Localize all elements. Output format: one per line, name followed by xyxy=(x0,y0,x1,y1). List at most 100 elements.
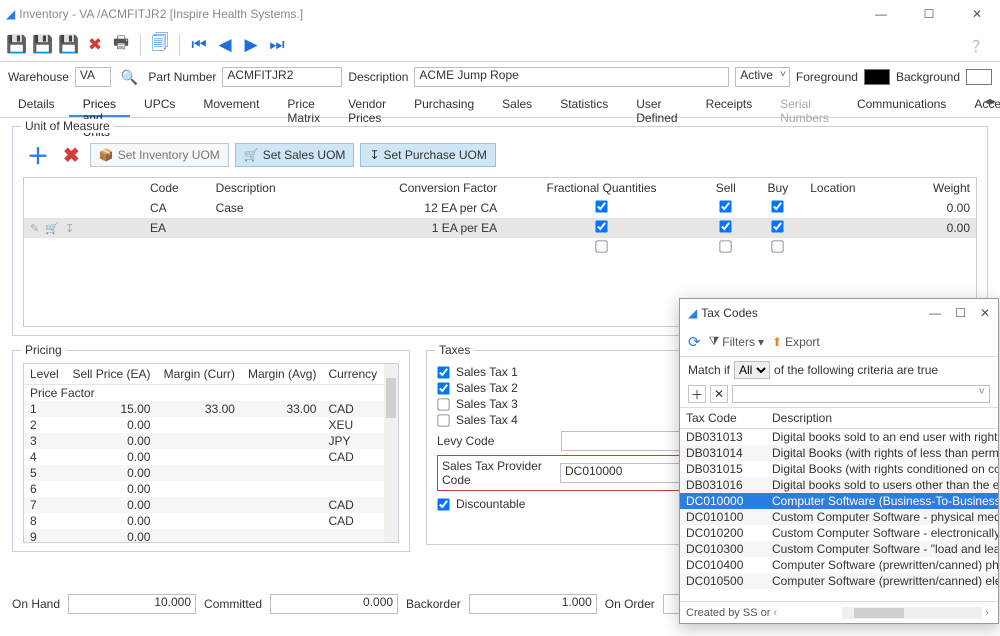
tab-movement[interactable]: Movement xyxy=(189,92,273,117)
uom-add-button[interactable]: ＋ xyxy=(23,139,53,171)
fq-checkbox[interactable] xyxy=(595,220,607,232)
buy-checkbox[interactable] xyxy=(772,240,784,252)
popup-close-button[interactable]: ✕ xyxy=(980,306,990,320)
uom-delete-button[interactable]: ✖ xyxy=(59,143,84,168)
uom-row[interactable]: CA Case 12 EA per CA 0.00 xyxy=(24,198,976,218)
pricing-scrollbar[interactable] xyxy=(384,364,398,542)
discountable-label: Discountable xyxy=(456,497,525,511)
window-title: Inventory - VA /ACMFITJR2 [Inspire Healt… xyxy=(19,7,864,21)
description-field[interactable]: ACME Jump Rope xyxy=(414,67,729,87)
window-titlebar: ◢ Inventory - VA /ACMFITJR2 [Inspire Hea… xyxy=(0,0,1000,28)
save-new-icon[interactable]: 💾 xyxy=(32,34,54,56)
taxcode-row[interactable]: DC010400Computer Software (prewritten/ca… xyxy=(680,557,998,573)
print-icon[interactable]: 🖶 xyxy=(110,34,132,56)
popup-grid[interactable]: DB031013Digital books sold to an end use… xyxy=(680,429,998,601)
popup-filters-button[interactable]: ⧩Filters ▾ xyxy=(709,334,764,349)
uom-col-sell: Sell xyxy=(700,178,752,198)
tab-user-defined[interactable]: User Defined xyxy=(622,92,691,117)
taxcode-row[interactable]: DC010100Custom Computer Software - physi… xyxy=(680,509,998,525)
taxcode-row[interactable]: DC010000Computer Software (Business-To-B… xyxy=(680,493,998,509)
save-close-icon[interactable]: 💾 xyxy=(58,34,80,56)
pricing-row: 70.00CAD xyxy=(24,497,384,513)
tab-details[interactable]: Details xyxy=(4,92,69,117)
pricing-group: Pricing Level Sell Price (EA) Margin (Cu… xyxy=(12,350,410,552)
tab-statistics[interactable]: Statistics xyxy=(546,92,622,117)
tab-serial-numbers[interactable]: Serial Numbers xyxy=(766,92,843,117)
buy-checkbox[interactable] xyxy=(772,200,784,212)
set-purchase-uom-button[interactable]: ↧Set Purchase UOM xyxy=(360,143,495,167)
tax1-checkbox[interactable] xyxy=(437,366,449,378)
window-maximize-button[interactable]: ☐ xyxy=(912,7,946,21)
taxcode-row[interactable]: DC010200Custom Computer Software - elect… xyxy=(680,525,998,541)
sell-checkbox[interactable] xyxy=(720,200,732,212)
help-icon[interactable]: ？ xyxy=(972,33,988,57)
tax3-checkbox[interactable] xyxy=(437,398,449,410)
status-dropdown[interactable]: Active xyxy=(735,67,790,87)
popup-status-text: Created by SS or xyxy=(686,607,770,619)
popup-hscrollbar[interactable] xyxy=(842,607,982,619)
criteria-add-button[interactable]: ＋ xyxy=(688,385,706,403)
delete-icon[interactable]: ✖ xyxy=(84,34,106,56)
taxcode-row[interactable]: DB031015Digital Books (with rights condi… xyxy=(680,461,998,477)
pricing-title: Pricing xyxy=(21,343,66,357)
levy-label: Levy Code xyxy=(437,434,555,448)
popup-maximize-button[interactable]: ☐ xyxy=(955,306,966,320)
fq-checkbox[interactable] xyxy=(595,240,607,252)
save-icon[interactable]: 💾 xyxy=(6,34,28,56)
popup-col-code[interactable]: Tax Code xyxy=(680,408,766,428)
pricing-grid[interactable]: Level Sell Price (EA) Margin (Curr) Marg… xyxy=(23,363,399,543)
set-sales-uom-button[interactable]: 🛒Set Sales UOM xyxy=(235,143,355,167)
popup-refresh-button[interactable]: ⟳ xyxy=(688,333,701,351)
funnel-icon: ⧩ xyxy=(709,334,720,349)
hscroll-left-icon[interactable]: ‹ xyxy=(770,607,780,619)
tab-communications[interactable]: Communications xyxy=(843,92,960,117)
warehouse-search-icon[interactable]: 🔍 xyxy=(117,69,142,86)
tab-purchasing[interactable]: Purchasing xyxy=(400,92,488,117)
criteria-field-select[interactable] xyxy=(732,385,990,403)
popup-col-desc[interactable]: Description xyxy=(766,408,998,428)
window-minimize-button[interactable]: — xyxy=(864,7,898,21)
uom-row-empty[interactable] xyxy=(24,238,976,258)
taxcode-row[interactable]: DB031013Digital books sold to an end use… xyxy=(680,429,998,445)
partnumber-field[interactable]: ACMFITJR2 xyxy=(222,67,342,87)
discountable-checkbox[interactable] xyxy=(437,498,449,510)
nav-next-icon[interactable]: ▶ xyxy=(240,34,262,56)
tab-scroll-buttons[interactable]: ◂▸ xyxy=(984,94,996,108)
tab-price-matrix[interactable]: Price Matrix xyxy=(273,92,334,117)
background-color[interactable] xyxy=(966,69,992,85)
nav-last-icon[interactable]: ⏭ xyxy=(266,34,288,56)
popup-minimize-button[interactable]: — xyxy=(929,306,941,320)
sell-checkbox[interactable] xyxy=(720,240,732,252)
criteria-remove-button[interactable]: ✕ xyxy=(710,385,728,403)
window-close-button[interactable]: ✕ xyxy=(960,7,994,21)
tab-prices-units[interactable]: Prices and Units xyxy=(69,92,130,117)
nav-first-icon[interactable]: ⏮ xyxy=(188,34,210,56)
foreground-color[interactable] xyxy=(864,69,890,85)
set-inventory-uom-button[interactable]: 📦Set Inventory UOM xyxy=(90,143,229,167)
tab-upcs[interactable]: UPCs xyxy=(130,92,189,117)
nav-prev-icon[interactable]: ◀ xyxy=(214,34,236,56)
copy-icon[interactable]: 🗐 xyxy=(149,34,171,56)
sell-checkbox[interactable] xyxy=(720,220,732,232)
warehouse-field[interactable]: VA xyxy=(75,67,111,87)
taxcode-row[interactable]: DC010300Custom Computer Software - "load… xyxy=(680,541,998,557)
tab-sales[interactable]: Sales xyxy=(488,92,546,117)
uom-row-selected[interactable]: ✎ 🛒 ↧ EA 1 EA per EA 0.00 xyxy=(24,218,976,238)
buy-checkbox[interactable] xyxy=(772,220,784,232)
taxcode-row[interactable]: DC010500Computer Software (prewritten/ca… xyxy=(680,573,998,589)
taxcode-row[interactable]: DB031014Digital Books (with rights of le… xyxy=(680,445,998,461)
hscroll-right-icon[interactable]: › xyxy=(982,607,992,619)
tab-receipts[interactable]: Receipts xyxy=(692,92,767,117)
pricing-row: 80.00CAD xyxy=(24,513,384,529)
popup-export-button[interactable]: ⬆Export xyxy=(772,335,820,349)
tax2-checkbox[interactable] xyxy=(437,382,449,394)
tab-vendor-prices[interactable]: Vendor Prices xyxy=(334,92,400,117)
match-mode-select[interactable]: All xyxy=(734,361,770,379)
onorder-label: On Order xyxy=(605,597,655,611)
tab-strip: Details Prices and Units UPCs Movement P… xyxy=(0,92,1000,118)
header-fields: Warehouse VA 🔍 Part Number ACMFITJR2 Des… xyxy=(0,62,1000,92)
fq-checkbox[interactable] xyxy=(595,200,607,212)
taxcode-row[interactable]: DB031016Digital books sold to users othe… xyxy=(680,477,998,493)
tax4-checkbox[interactable] xyxy=(437,414,449,426)
pricing-col-level: Level xyxy=(24,364,65,385)
